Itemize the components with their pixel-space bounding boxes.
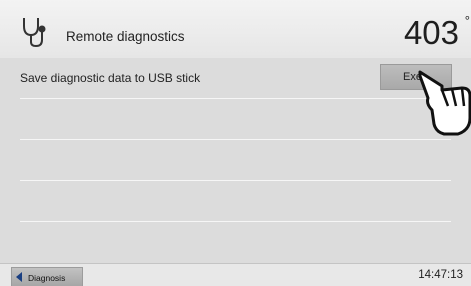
screen: Remote diagnostics 403 ° Save diagnostic… — [0, 0, 471, 286]
row-divider — [20, 221, 451, 222]
stethoscope-icon — [23, 18, 46, 48]
temperature-value: 403 — [403, 14, 459, 51]
page-title: Remote diagnostics — [66, 29, 185, 44]
clock-time: 14:47:13 — [418, 269, 463, 281]
header-bar: Remote diagnostics 403 ° — [0, 0, 471, 59]
back-button[interactable]: Diagnosis — [11, 267, 83, 286]
row-divider — [20, 139, 451, 140]
row-divider — [20, 180, 451, 181]
back-button-label: Diagnosis — [28, 273, 66, 283]
temperature-unit: ° — [464, 13, 470, 28]
save-diagnostic-label: Save diagnostic data to USB stick — [20, 71, 201, 85]
footer-bar: Diagnosis 14:47:13 — [0, 263, 471, 286]
row-divider — [20, 98, 451, 99]
back-arrow-icon — [16, 272, 22, 282]
list-item: Save diagnostic data to USB stick Exec — [0, 58, 471, 98]
settings-list: Save diagnostic data to USB stick Exec — [0, 58, 471, 263]
execute-button[interactable]: Exec — [380, 64, 452, 90]
